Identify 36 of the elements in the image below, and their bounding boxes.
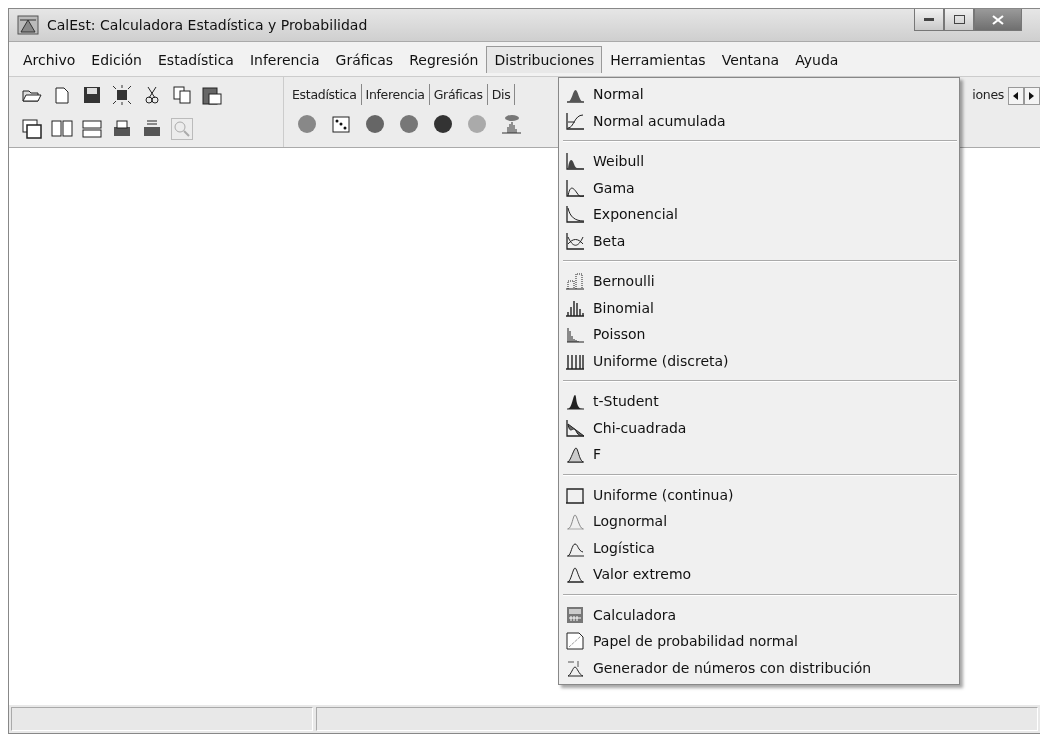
menu-item[interactable]: Regresión (401, 45, 487, 73)
menu-option[interactable]: Weibull (559, 148, 959, 175)
menu-option[interactable]: Valor extremo (559, 561, 959, 588)
menu-item[interactable]: Distribuciones (486, 45, 603, 73)
menu-option[interactable]: Uniforme (continua) (559, 481, 959, 508)
menu-option[interactable]: t-Student (559, 388, 959, 415)
menu-option[interactable]: Papel de probabilidad normal (559, 628, 959, 655)
menu-item[interactable]: Edición (83, 45, 150, 73)
menu-item[interactable]: Gráficas (327, 45, 402, 73)
toolbar-tab[interactable]: iones (968, 84, 1008, 105)
menu-item[interactable]: Estadística (150, 45, 242, 73)
menu-option[interactable]: Normal acumulada (559, 107, 959, 134)
menu-option[interactable]: Exponencial (559, 201, 959, 228)
toolbar-tab[interactable]: Gráficas (429, 84, 488, 105)
menu-item[interactable]: Herramientas (602, 45, 714, 73)
menu-item[interactable]: Archivo (15, 45, 84, 73)
menu-option[interactable]: Calculadora (559, 601, 959, 628)
menu-item[interactable]: Ventana (713, 45, 788, 73)
menu-item[interactable]: Ayuda (787, 45, 847, 73)
window-title: CalEst: Calculadora Estadística y Probabilidad (47, 17, 369, 33)
menu-option[interactable]: F (559, 441, 959, 468)
menu-option[interactable]: Generador de números con distribución (559, 654, 959, 681)
menu-option[interactable]: Lognormal (559, 508, 959, 535)
menu-option[interactable]: Binomial (559, 294, 959, 321)
menu-item[interactable]: Inferencia (241, 45, 328, 73)
menu-option[interactable]: Gama (559, 174, 959, 201)
menu-option[interactable]: Chi-cuadrada (559, 414, 959, 441)
toolbar-tab[interactable]: Inferencia (361, 84, 430, 105)
menu-option[interactable]: Beta (559, 227, 959, 254)
menu-option[interactable]: Poisson (559, 321, 959, 348)
toolbar-tab[interactable]: Dis (487, 84, 516, 105)
menu-option[interactable]: Bernoulli (559, 268, 959, 295)
toolbar-tab[interactable]: Estadística (288, 84, 362, 105)
menu-option[interactable]: Uniforme (discreta) (559, 347, 959, 374)
menu-option[interactable]: Normal (559, 81, 959, 108)
menu-option[interactable]: Logística (559, 534, 959, 561)
